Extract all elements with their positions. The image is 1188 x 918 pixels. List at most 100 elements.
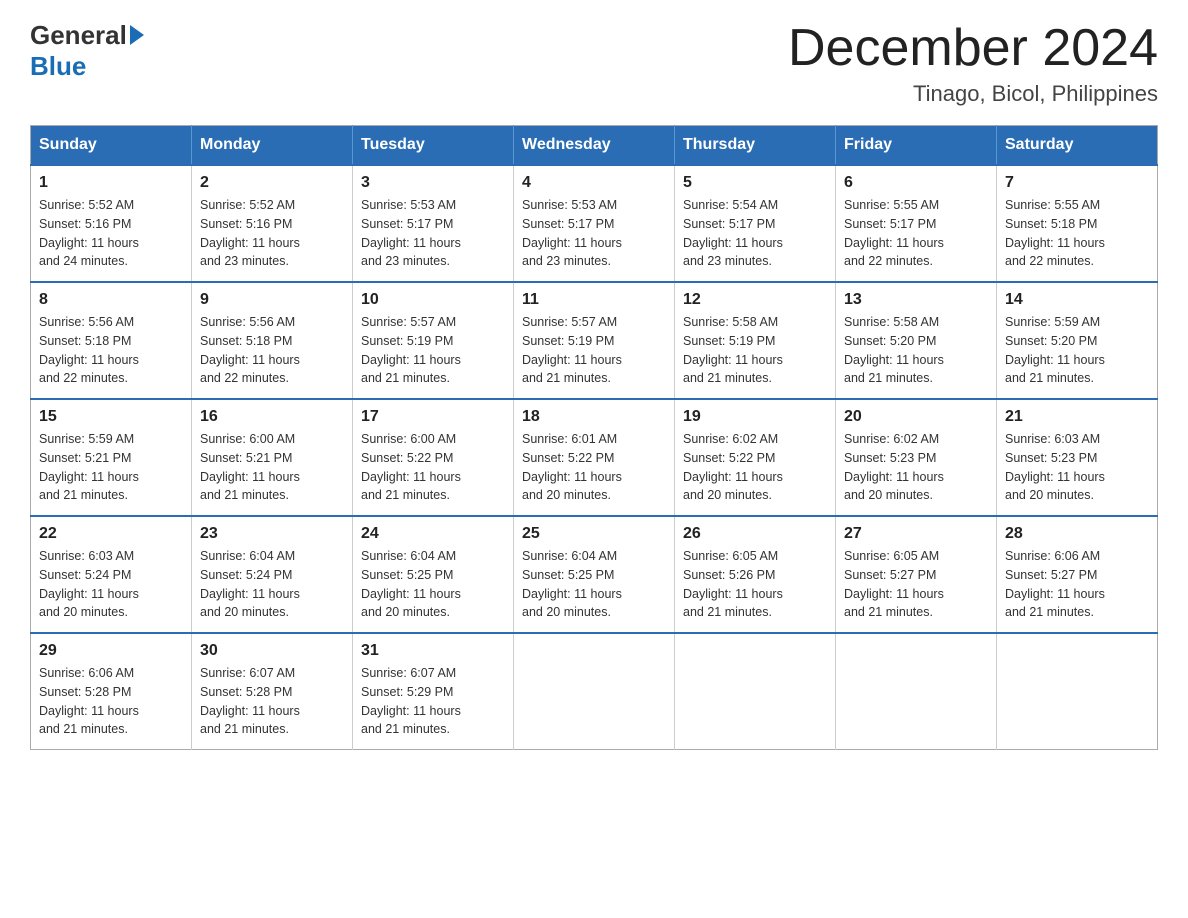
calendar-header-cell: Monday: [192, 126, 353, 166]
calendar-day-cell: 6 Sunrise: 5:55 AMSunset: 5:17 PMDaylight…: [836, 165, 997, 282]
day-number: 1: [39, 174, 183, 192]
day-number: 17: [361, 408, 505, 426]
calendar-day-cell: 28Sunrise: 6:06 AMSunset: 5:27 PMDayligh…: [997, 516, 1158, 633]
calendar-header-cell: Wednesday: [514, 126, 675, 166]
day-number: 14: [1005, 291, 1149, 309]
calendar-day-cell: 25 Sunrise: 6:04 AMSunset: 5:25 PMDayligh…: [514, 516, 675, 633]
calendar-header-cell: Saturday: [997, 126, 1158, 166]
calendar-header-cell: Thursday: [675, 126, 836, 166]
day-info: Sunrise: 5:53 AMSunset: 5:17 PMDaylight:…: [522, 196, 666, 271]
day-info: Sunrise: 6:06 AMSunset: 5:28 PMDaylight:…: [39, 664, 183, 739]
day-number: 10: [361, 291, 505, 309]
day-info: Sunrise: 6:04 AMSunset: 5:25 PMDaylight:…: [361, 547, 505, 622]
calendar-day-cell: 2 Sunrise: 5:52 AMSunset: 5:16 PMDaylight…: [192, 165, 353, 282]
day-number: 6: [844, 174, 988, 192]
day-info: Sunrise: 5:57 AMSunset: 5:19 PMDaylight:…: [522, 313, 666, 388]
calendar-week-row: 15 Sunrise: 5:59 AMSunset: 5:21 PMDayligh…: [31, 399, 1158, 516]
day-number: 19: [683, 408, 827, 426]
calendar-day-cell: [836, 633, 997, 750]
day-info: Sunrise: 5:55 AMSunset: 5:17 PMDaylight:…: [844, 196, 988, 271]
day-number: 7: [1005, 174, 1149, 192]
day-info: Sunrise: 5:52 AMSunset: 5:16 PMDaylight:…: [200, 196, 344, 271]
day-number: 20: [844, 408, 988, 426]
calendar-day-cell: 7 Sunrise: 5:55 AMSunset: 5:18 PMDaylight…: [997, 165, 1158, 282]
day-number: 27: [844, 525, 988, 543]
calendar-week-row: 29 Sunrise: 6:06 AMSunset: 5:28 PMDayligh…: [31, 633, 1158, 750]
page-header: General Blue December 2024 Tinago, Bicol…: [30, 20, 1158, 107]
day-number: 29: [39, 642, 183, 660]
calendar-day-cell: [514, 633, 675, 750]
calendar-day-cell: 19 Sunrise: 6:02 AMSunset: 5:22 PMDayligh…: [675, 399, 836, 516]
calendar-day-cell: [997, 633, 1158, 750]
title-area: December 2024 Tinago, Bicol, Philippines: [788, 20, 1158, 107]
calendar-day-cell: 4 Sunrise: 5:53 AMSunset: 5:17 PMDaylight…: [514, 165, 675, 282]
calendar-day-cell: 27 Sunrise: 6:05 AMSunset: 5:27 PMDayligh…: [836, 516, 997, 633]
calendar-day-cell: 24 Sunrise: 6:04 AMSunset: 5:25 PMDayligh…: [353, 516, 514, 633]
day-number: 4: [522, 174, 666, 192]
calendar-week-row: 1 Sunrise: 5:52 AMSunset: 5:16 PMDaylight…: [31, 165, 1158, 282]
day-number: 16: [200, 408, 344, 426]
day-info: Sunrise: 5:54 AMSunset: 5:17 PMDaylight:…: [683, 196, 827, 271]
day-number: 13: [844, 291, 988, 309]
day-info: Sunrise: 6:05 AMSunset: 5:27 PMDaylight:…: [844, 547, 988, 622]
day-info: Sunrise: 5:58 AMSunset: 5:20 PMDaylight:…: [844, 313, 988, 388]
calendar-day-cell: 11Sunrise: 5:57 AMSunset: 5:19 PMDayligh…: [514, 282, 675, 399]
day-number: 21: [1005, 408, 1149, 426]
calendar-day-cell: 16 Sunrise: 6:00 AMSunset: 5:21 PMDayligh…: [192, 399, 353, 516]
calendar-day-cell: 3Sunrise: 5:53 AMSunset: 5:17 PMDaylight…: [353, 165, 514, 282]
day-info: Sunrise: 6:01 AMSunset: 5:22 PMDaylight:…: [522, 430, 666, 505]
calendar-day-cell: 13 Sunrise: 5:58 AMSunset: 5:20 PMDayligh…: [836, 282, 997, 399]
day-number: 26: [683, 525, 827, 543]
calendar-header-row: SundayMondayTuesdayWednesdayThursdayFrid…: [31, 126, 1158, 166]
calendar-day-cell: 15 Sunrise: 5:59 AMSunset: 5:21 PMDayligh…: [31, 399, 192, 516]
logo-general: General: [30, 20, 144, 51]
day-info: Sunrise: 5:57 AMSunset: 5:19 PMDaylight:…: [361, 313, 505, 388]
calendar-header: SundayMondayTuesdayWednesdayThursdayFrid…: [31, 126, 1158, 166]
day-number: 8: [39, 291, 183, 309]
day-info: Sunrise: 6:02 AMSunset: 5:23 PMDaylight:…: [844, 430, 988, 505]
day-info: Sunrise: 5:53 AMSunset: 5:17 PMDaylight:…: [361, 196, 505, 271]
calendar-week-row: 8 Sunrise: 5:56 AMSunset: 5:18 PMDaylight…: [31, 282, 1158, 399]
calendar-day-cell: 5 Sunrise: 5:54 AMSunset: 5:17 PMDaylight…: [675, 165, 836, 282]
calendar-day-cell: 12Sunrise: 5:58 AMSunset: 5:19 PMDayligh…: [675, 282, 836, 399]
day-info: Sunrise: 5:59 AMSunset: 5:20 PMDaylight:…: [1005, 313, 1149, 388]
day-info: Sunrise: 6:02 AMSunset: 5:22 PMDaylight:…: [683, 430, 827, 505]
day-info: Sunrise: 5:56 AMSunset: 5:18 PMDaylight:…: [200, 313, 344, 388]
day-number: 15: [39, 408, 183, 426]
day-info: Sunrise: 5:56 AMSunset: 5:18 PMDaylight:…: [39, 313, 183, 388]
calendar-day-cell: 1Sunrise: 5:52 AMSunset: 5:16 PMDaylight…: [31, 165, 192, 282]
day-number: 30: [200, 642, 344, 660]
day-info: Sunrise: 6:03 AMSunset: 5:24 PMDaylight:…: [39, 547, 183, 622]
day-number: 9: [200, 291, 344, 309]
logo-blue: Blue: [30, 51, 86, 82]
day-number: 24: [361, 525, 505, 543]
calendar-day-cell: 29 Sunrise: 6:06 AMSunset: 5:28 PMDayligh…: [31, 633, 192, 750]
day-info: Sunrise: 6:04 AMSunset: 5:25 PMDaylight:…: [522, 547, 666, 622]
calendar-day-cell: 26 Sunrise: 6:05 AMSunset: 5:26 PMDayligh…: [675, 516, 836, 633]
day-number: 18: [522, 408, 666, 426]
calendar-day-cell: 14 Sunrise: 5:59 AMSunset: 5:20 PMDayligh…: [997, 282, 1158, 399]
calendar-day-cell: 10 Sunrise: 5:57 AMSunset: 5:19 PMDayligh…: [353, 282, 514, 399]
calendar-day-cell: 18 Sunrise: 6:01 AMSunset: 5:22 PMDayligh…: [514, 399, 675, 516]
day-info: Sunrise: 6:00 AMSunset: 5:22 PMDaylight:…: [361, 430, 505, 505]
day-info: Sunrise: 5:55 AMSunset: 5:18 PMDaylight:…: [1005, 196, 1149, 271]
calendar-body: 1 Sunrise: 5:52 AMSunset: 5:16 PMDaylight…: [31, 165, 1158, 750]
day-info: Sunrise: 6:05 AMSunset: 5:26 PMDaylight:…: [683, 547, 827, 622]
day-number: 28: [1005, 525, 1149, 543]
month-year-title: December 2024: [788, 20, 1158, 77]
day-number: 12: [683, 291, 827, 309]
day-number: 2: [200, 174, 344, 192]
calendar-header-cell: Sunday: [31, 126, 192, 166]
calendar-day-cell: 30Sunrise: 6:07 AMSunset: 5:28 PMDayligh…: [192, 633, 353, 750]
logo: General Blue: [30, 20, 144, 82]
day-number: 25: [522, 525, 666, 543]
day-info: Sunrise: 6:00 AMSunset: 5:21 PMDaylight:…: [200, 430, 344, 505]
day-number: 5: [683, 174, 827, 192]
day-info: Sunrise: 6:07 AMSunset: 5:29 PMDaylight:…: [361, 664, 505, 739]
calendar-day-cell: 9 Sunrise: 5:56 AMSunset: 5:18 PMDaylight…: [192, 282, 353, 399]
calendar-day-cell: [675, 633, 836, 750]
calendar-day-cell: 22Sunrise: 6:03 AMSunset: 5:24 PMDayligh…: [31, 516, 192, 633]
day-info: Sunrise: 5:59 AMSunset: 5:21 PMDaylight:…: [39, 430, 183, 505]
location-subtitle: Tinago, Bicol, Philippines: [788, 81, 1158, 107]
calendar-table: SundayMondayTuesdayWednesdayThursdayFrid…: [30, 125, 1158, 750]
